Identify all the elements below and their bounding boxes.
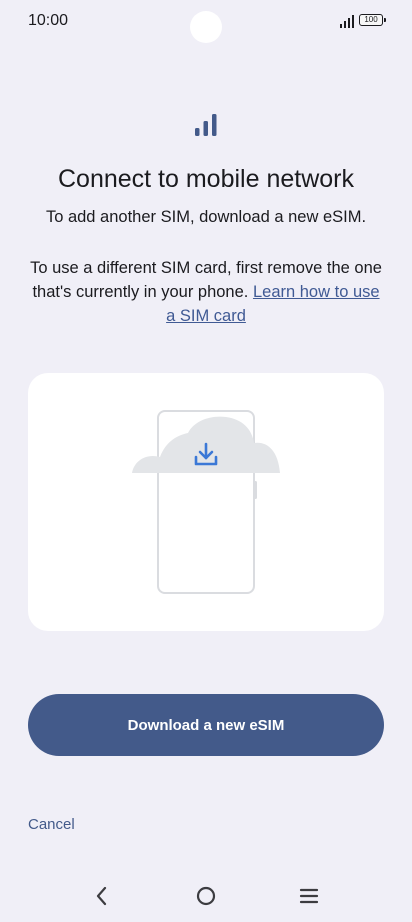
camera-cutout xyxy=(190,11,222,43)
battery-icon: 100 xyxy=(359,14,386,26)
instructions-text: To use a different SIM card, first remov… xyxy=(30,256,382,328)
phone-side-button xyxy=(253,481,257,499)
download-esim-button[interactable]: Download a new eSIM xyxy=(28,694,384,756)
back-chevron-icon[interactable] xyxy=(88,882,116,910)
battery-level: 100 xyxy=(364,15,378,24)
page-title: Connect to mobile network xyxy=(58,165,354,193)
recents-menu-icon[interactable] xyxy=(295,882,323,910)
home-circle-icon[interactable] xyxy=(192,882,220,910)
page-subtitle: To add another SIM, download a new eSIM. xyxy=(45,208,367,226)
cancel-button[interactable]: Cancel xyxy=(28,816,75,833)
signal-bars-icon xyxy=(195,114,217,136)
status-bar: 10:00 100 xyxy=(0,0,412,44)
signal-strength-icon xyxy=(340,15,354,28)
phone-cloud-download-illustration xyxy=(132,410,280,594)
status-time: 10:00 xyxy=(28,12,69,29)
illustration-card xyxy=(28,373,384,631)
navigation-bar xyxy=(0,870,412,922)
